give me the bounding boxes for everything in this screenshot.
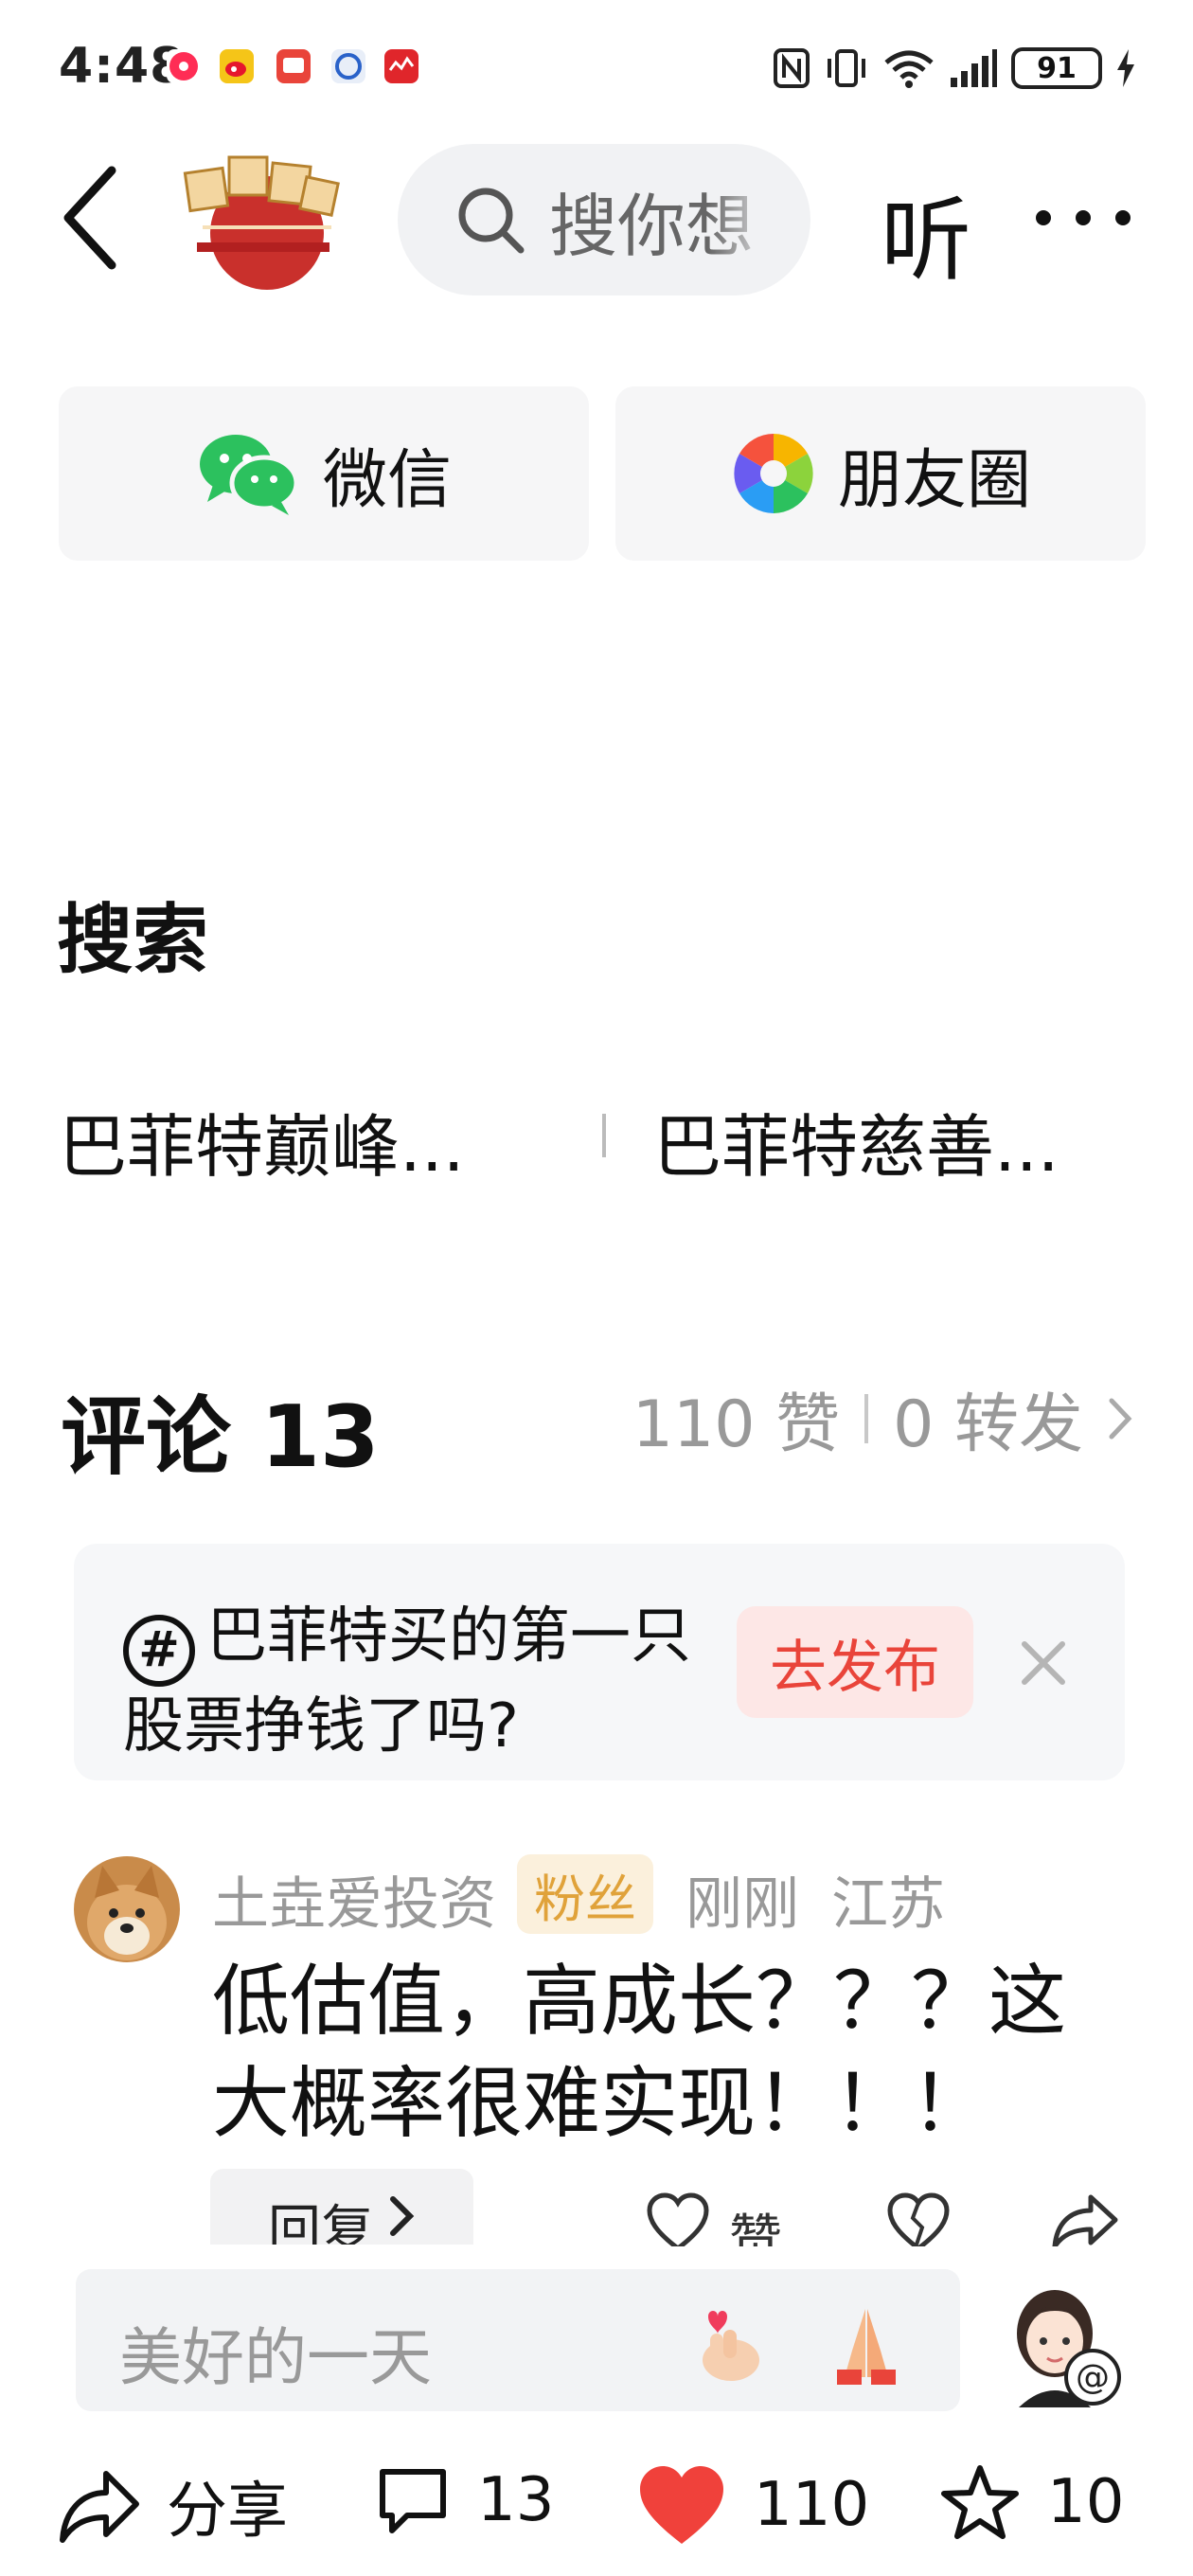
- share-moments-button[interactable]: 朋友圈: [615, 386, 1146, 561]
- chevron-right-icon: [1109, 1398, 1132, 1439]
- comment-input-placeholder: 美好的一天: [119, 2321, 432, 2394]
- search-box[interactable]: 搜你想: [398, 144, 810, 295]
- chevron-right-icon: [390, 2196, 415, 2236]
- comment-location: 江苏: [831, 1871, 945, 1938]
- hashtag-icon: #: [123, 1615, 195, 1687]
- comment-time: 刚刚: [686, 1871, 799, 1938]
- praying-hands-emoji-icon[interactable]: [824, 2296, 909, 2387]
- heart-filled-icon: [640, 2466, 723, 2544]
- comments-title: 评论 13: [61, 1387, 380, 1487]
- topic-text-block: # 巴菲特买的第一只股票挣钱了吗?: [123, 1597, 710, 1766]
- vibrate-icon: [828, 49, 865, 87]
- search-icon: [458, 188, 525, 254]
- engagement-stats[interactable]: 110 赞 0 转发: [632, 1371, 1132, 1465]
- listen-button[interactable]: 听: [881, 167, 971, 298]
- star-outline-icon: [941, 2465, 1019, 2539]
- share-wechat-button[interactable]: 微信: [59, 386, 589, 561]
- stats-divider: [864, 1393, 869, 1443]
- commenter-avatar[interactable]: [74, 1856, 180, 1962]
- likes-count: 110: [754, 2470, 870, 2540]
- comments-count: 13: [477, 2465, 555, 2535]
- system-icons: 91: [773, 42, 1136, 95]
- finance-app-notification-icon: [384, 49, 418, 83]
- reply-button[interactable]: 回复: [210, 2169, 473, 2245]
- share-wechat-label: 微信: [322, 442, 452, 518]
- reply-label: 回复: [268, 2200, 374, 2245]
- author-logo-avatar[interactable]: [182, 152, 343, 294]
- nfc-icon: [774, 48, 810, 88]
- charging-icon: [1117, 49, 1134, 87]
- forward-comment-icon[interactable]: [1049, 2190, 1121, 2246]
- moments-aperture-icon: [734, 434, 813, 513]
- commenter-name[interactable]: 土垚爱投资: [212, 1858, 496, 1941]
- dislike-heart-icon[interactable]: [884, 2190, 953, 2246]
- search-placeholder: 搜你想: [549, 186, 755, 266]
- like-button[interactable]: 110: [636, 2462, 869, 2548]
- topic-banner[interactable]: # 巴菲特买的第一只股票挣钱了吗? 去发布: [74, 1544, 1125, 1780]
- share-moments-label: 朋友圈: [837, 442, 1031, 518]
- share-arrow-icon: [60, 2471, 139, 2543]
- comment-bubble-icon: [380, 2469, 446, 2533]
- battery-icon: 91: [1011, 47, 1102, 89]
- status-bar: 4:48 91: [0, 0, 1193, 133]
- link-app-notification-icon: [331, 49, 365, 83]
- favorites-count: 10: [1047, 2467, 1125, 2537]
- related-search-item[interactable]: 巴菲特巅峰...: [59, 1091, 465, 1190]
- wechat-icon: [199, 435, 299, 515]
- weibo-notification-icon: [220, 49, 254, 83]
- back-arrow-icon[interactable]: [57, 161, 123, 275]
- share-label: 分享: [167, 2477, 288, 2547]
- comment-body: 低估值，高成长？？？这大概率很难实现！！！: [212, 1957, 1067, 2149]
- comment-input[interactable]: 美好的一天: [76, 2269, 960, 2411]
- video-app-notification-icon: [276, 49, 311, 83]
- heart-outline-icon: [647, 2192, 709, 2246]
- related-search-item[interactable]: 巴菲特慈善...: [653, 1091, 1059, 1190]
- music-app-notification-icon: [167, 49, 201, 83]
- signal-icon: [951, 49, 997, 87]
- reposts-stat: 0 转发: [893, 1387, 1083, 1462]
- svg-text:@: @: [1076, 2358, 1110, 2397]
- comment-like-label: 赞: [729, 2209, 782, 2246]
- bottom-toolbar: 分享 13 110 10: [0, 2434, 1193, 2567]
- topic-question: 巴菲特买的第一只股票挣钱了吗?: [123, 1601, 691, 1762]
- finger-heart-emoji-icon[interactable]: [682, 2296, 767, 2387]
- share-button[interactable]: 分享: [59, 2462, 288, 2549]
- search-section-title: 搜索: [57, 896, 208, 984]
- more-options-icon[interactable]: [1036, 170, 1131, 265]
- wifi-icon: [884, 50, 934, 88]
- likes-stat: 110 赞: [632, 1387, 841, 1462]
- user-avatar-mention-icon[interactable]: @: [998, 2279, 1127, 2407]
- favorite-button[interactable]: 10: [939, 2462, 1124, 2542]
- related-search-divider: [602, 1114, 606, 1157]
- close-icon[interactable]: [1004, 1623, 1083, 1703]
- fan-badge: 粉丝: [517, 1854, 653, 1934]
- comments-button[interactable]: 13: [375, 2462, 554, 2538]
- publish-button[interactable]: 去发布: [737, 1606, 973, 1718]
- comment-like-button[interactable]: 赞: [644, 2190, 814, 2246]
